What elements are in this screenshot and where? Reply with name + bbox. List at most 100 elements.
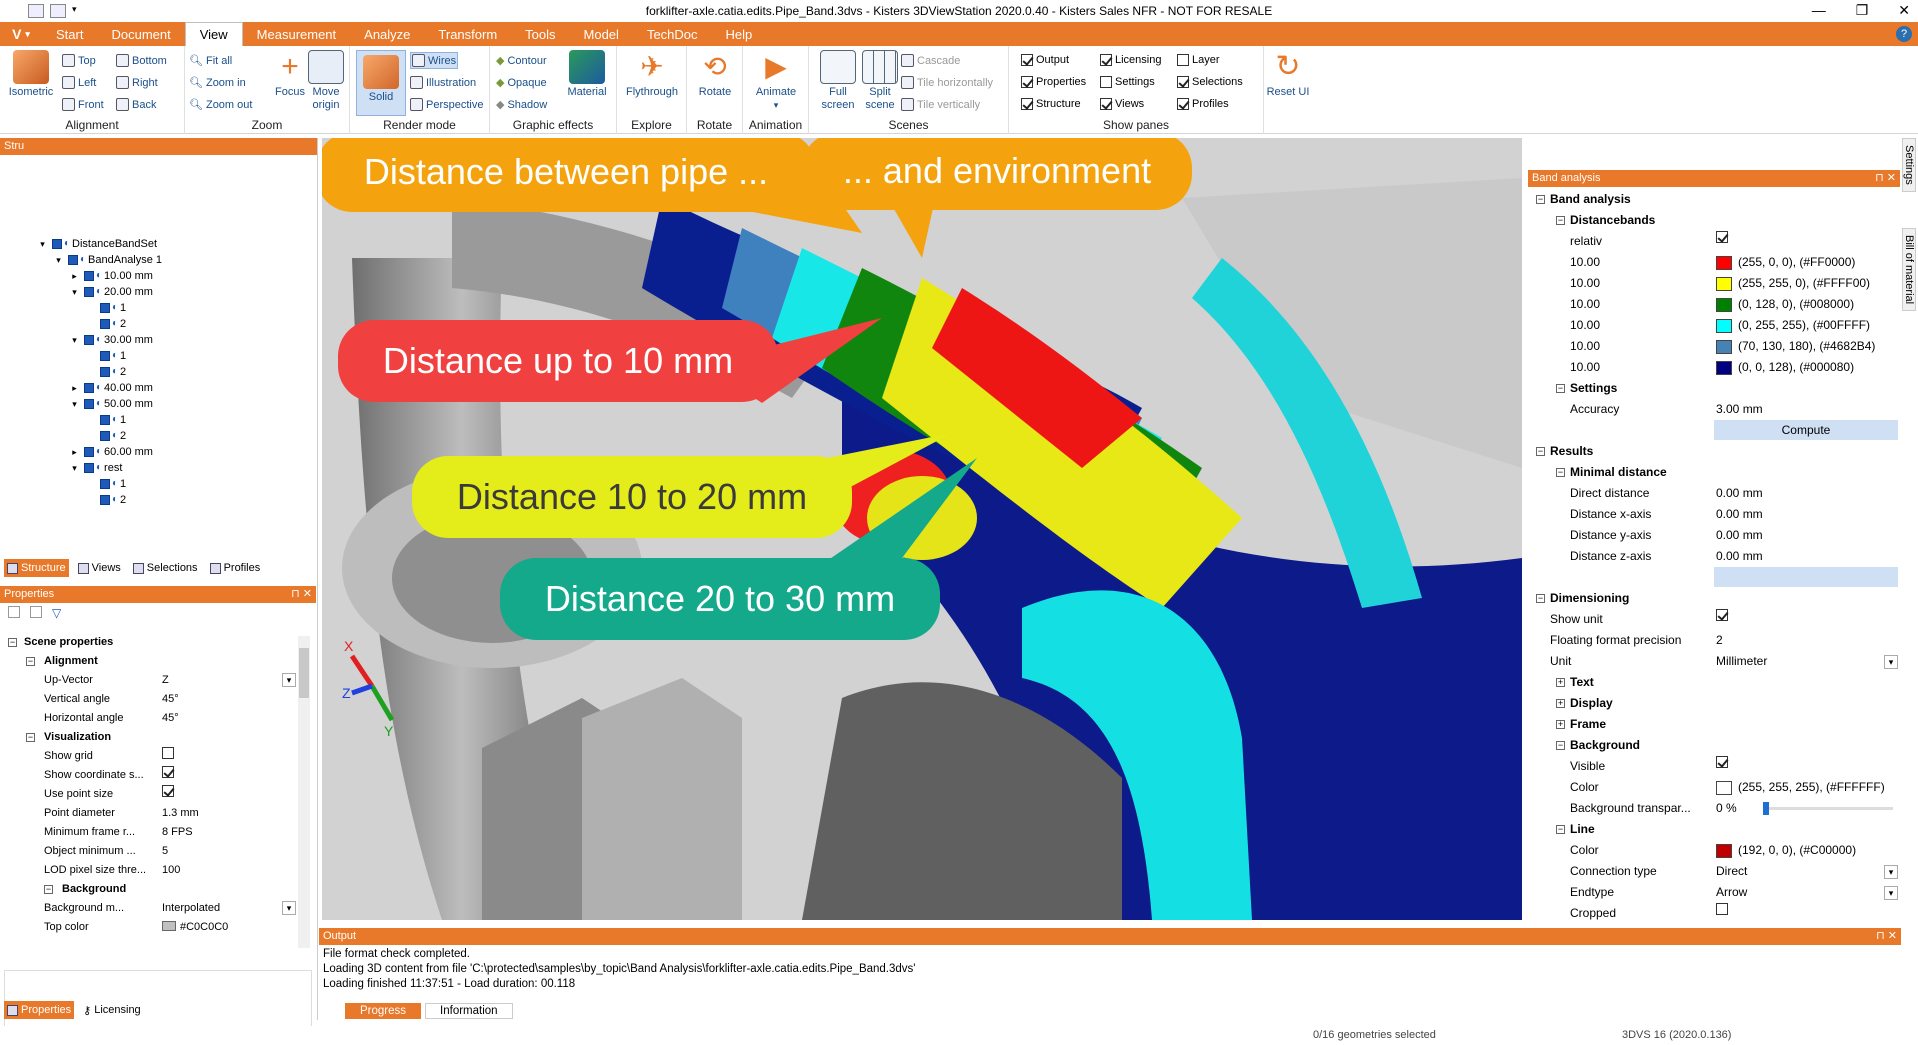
collapse-icon[interactable]: + bbox=[1556, 720, 1565, 729]
fit-all-button[interactable]: 🔍︎ Fit all bbox=[189, 54, 232, 68]
tree-node[interactable]: ▾ ◐ BandAnalyse 1 bbox=[0, 252, 312, 268]
band-row[interactable] bbox=[1528, 567, 1900, 588]
tab-selections[interactable]: Selections bbox=[130, 559, 201, 577]
property-row[interactable]: Show coordinate s... bbox=[0, 766, 318, 785]
tree-node[interactable]: ▸ ◐ 60.00 mm bbox=[0, 444, 312, 460]
band-value[interactable]: (0, 128, 0), (#008000) bbox=[1716, 294, 1854, 315]
menu-view[interactable]: View bbox=[184, 22, 243, 46]
property-value[interactable]: Z bbox=[162, 671, 169, 690]
tree-toggle-icon[interactable]: ▾ bbox=[38, 240, 47, 249]
tab-profiles[interactable]: Profiles bbox=[207, 559, 264, 577]
band-row[interactable]: Visible bbox=[1528, 756, 1900, 777]
band-row[interactable]: Floating format precision 2 bbox=[1528, 630, 1900, 651]
collapse-icon[interactable]: − bbox=[1536, 447, 1545, 456]
tree-node[interactable]: ◐ 1 bbox=[0, 476, 312, 492]
shadow-button[interactable]: ◆ Shadow bbox=[496, 98, 547, 112]
material-button[interactable]: Material bbox=[562, 50, 612, 99]
band-row[interactable]: 10.00 (0, 255, 255), (#00FFFF) bbox=[1528, 315, 1900, 336]
band-value[interactable]: Millimeter bbox=[1716, 651, 1767, 672]
band-row[interactable]: 10.00 (255, 0, 0), (#FF0000) bbox=[1528, 252, 1900, 273]
pane-properties-checkbox[interactable]: Properties bbox=[1021, 76, 1086, 88]
band-value[interactable]: 2 bbox=[1716, 630, 1723, 651]
band-row[interactable]: − Dimensioning bbox=[1528, 588, 1900, 609]
pane-settings-check[interactable] bbox=[1100, 76, 1112, 88]
band-row[interactable]: + Display bbox=[1528, 693, 1900, 714]
band-row[interactable]: relativ bbox=[1528, 231, 1900, 252]
tree-node[interactable]: ◐ 2 bbox=[0, 364, 312, 380]
band-row[interactable]: 10.00 (0, 0, 128), (#000080) bbox=[1528, 357, 1900, 378]
tree-node[interactable]: ▾ ◐ DistanceBandSet bbox=[0, 236, 312, 252]
band-value[interactable]: 3.00 mm bbox=[1716, 399, 1763, 420]
property-checkbox[interactable] bbox=[162, 785, 174, 804]
compute-button[interactable]: Compute bbox=[1714, 420, 1898, 440]
property-value[interactable]: #C0C0C0 bbox=[162, 918, 228, 937]
slider-thumb[interactable] bbox=[1763, 802, 1769, 815]
pane-licensing-check[interactable] bbox=[1100, 54, 1112, 66]
band-checkbox[interactable] bbox=[1716, 903, 1728, 915]
property-checkbox[interactable] bbox=[162, 766, 174, 785]
band-row[interactable]: + Text bbox=[1528, 672, 1900, 693]
band-row[interactable]: Endtype Arrow ▾ bbox=[1528, 882, 1900, 903]
pane-views-checkbox[interactable]: Views bbox=[1100, 98, 1144, 110]
dropdown-arrow-icon[interactable]: ▾ bbox=[1884, 865, 1898, 879]
dropdown-arrow-icon[interactable]: ▾ bbox=[1884, 655, 1898, 669]
tree-toggle-icon[interactable]: ▸ bbox=[70, 448, 79, 457]
property-row[interactable]: − Visualization bbox=[0, 728, 318, 747]
side-tab-bill-of-material[interactable]: Bill of material bbox=[1902, 227, 1916, 311]
band-row[interactable]: Distance z-axis 0.00 mm bbox=[1528, 546, 1900, 567]
transparency-slider[interactable] bbox=[1763, 802, 1893, 815]
zoom-out-button[interactable]: 🔍︎ Zoom out bbox=[189, 98, 252, 112]
band-value[interactable]: (255, 255, 255), (#FFFFFF) bbox=[1716, 777, 1885, 798]
band-checkbox[interactable] bbox=[1716, 756, 1728, 768]
tree-toggle-icon[interactable]: ▾ bbox=[70, 336, 79, 345]
tree-node[interactable]: ▾ ◐ 20.00 mm bbox=[0, 284, 312, 300]
animate-button[interactable]: ▶ Animate ▾ bbox=[751, 50, 801, 112]
3d-viewport[interactable]: X Y Z Distance between pipe ... ... and … bbox=[322, 138, 1522, 920]
pane-structure-check[interactable] bbox=[1021, 98, 1033, 110]
band-row[interactable]: − Settings bbox=[1528, 378, 1900, 399]
visibility-box-icon[interactable] bbox=[84, 271, 94, 281]
band-row[interactable]: Distance y-axis 0.00 mm bbox=[1528, 525, 1900, 546]
menu-measurement[interactable]: Measurement bbox=[243, 22, 350, 46]
band-row[interactable]: Compute bbox=[1528, 420, 1900, 441]
tree-node[interactable]: ▾ ◐ 50.00 mm bbox=[0, 396, 312, 412]
visibility-box-icon[interactable] bbox=[100, 351, 110, 361]
menu-document[interactable]: Document bbox=[97, 22, 184, 46]
split-scene-button[interactable]: Split scene bbox=[855, 50, 905, 112]
band-pane-pin-close-icons[interactable]: ⊓ ✕ bbox=[1875, 170, 1896, 187]
collapse-icon[interactable]: − bbox=[1556, 741, 1565, 750]
view-bottom-button[interactable]: Bottom bbox=[116, 54, 167, 67]
isometric-button[interactable]: Isometric bbox=[6, 50, 56, 99]
property-value[interactable]: 8 FPS bbox=[162, 823, 193, 842]
visibility-box-icon[interactable] bbox=[100, 367, 110, 377]
band-value[interactable]: (192, 0, 0), (#C00000) bbox=[1716, 840, 1856, 861]
tree-toggle-icon[interactable]: ▾ bbox=[70, 464, 79, 473]
pane-selections-checkbox[interactable]: Selections bbox=[1177, 76, 1243, 88]
collapse-icon[interactable]: + bbox=[1556, 678, 1565, 687]
visibility-box-icon[interactable] bbox=[84, 399, 94, 409]
visibility-box-icon[interactable] bbox=[52, 239, 62, 249]
property-value[interactable]: 100 bbox=[162, 861, 180, 880]
band-row[interactable]: Direct distance 0.00 mm bbox=[1528, 483, 1900, 504]
tab-progress[interactable]: Progress bbox=[345, 1003, 422, 1019]
tree-node[interactable]: ◐ 2 bbox=[0, 428, 312, 444]
wires-button[interactable]: Wires bbox=[410, 52, 459, 69]
view-right-button[interactable]: Right bbox=[116, 76, 158, 89]
band-value[interactable]: (0, 0, 128), (#000080) bbox=[1716, 357, 1854, 378]
tab-properties[interactable]: Properties bbox=[4, 1001, 75, 1019]
property-row[interactable]: Object minimum ... 5 bbox=[0, 842, 318, 861]
tab-views[interactable]: Views bbox=[75, 559, 124, 577]
pane-pin-close-icons[interactable]: ⊓ ✕ bbox=[291, 586, 312, 603]
cascade-button[interactable]: Cascade bbox=[901, 54, 960, 67]
property-row[interactable]: Top color #C0C0C0 bbox=[0, 918, 318, 937]
visibility-box-icon[interactable] bbox=[100, 319, 110, 329]
menu-start[interactable]: Start bbox=[42, 22, 97, 46]
band-value[interactable]: (255, 0, 0), (#FF0000) bbox=[1716, 252, 1855, 273]
property-value[interactable]: 45° bbox=[162, 709, 179, 728]
tree-node[interactable]: ▾ ◐ rest bbox=[0, 460, 312, 476]
band-row[interactable]: − Distancebands bbox=[1528, 210, 1900, 231]
tree-node[interactable]: ◐ 2 bbox=[0, 316, 312, 332]
sort-icon[interactable] bbox=[30, 606, 42, 618]
view-left-button[interactable]: Left bbox=[62, 76, 96, 89]
property-row[interactable]: Point diameter 1.3 mm bbox=[0, 804, 318, 823]
